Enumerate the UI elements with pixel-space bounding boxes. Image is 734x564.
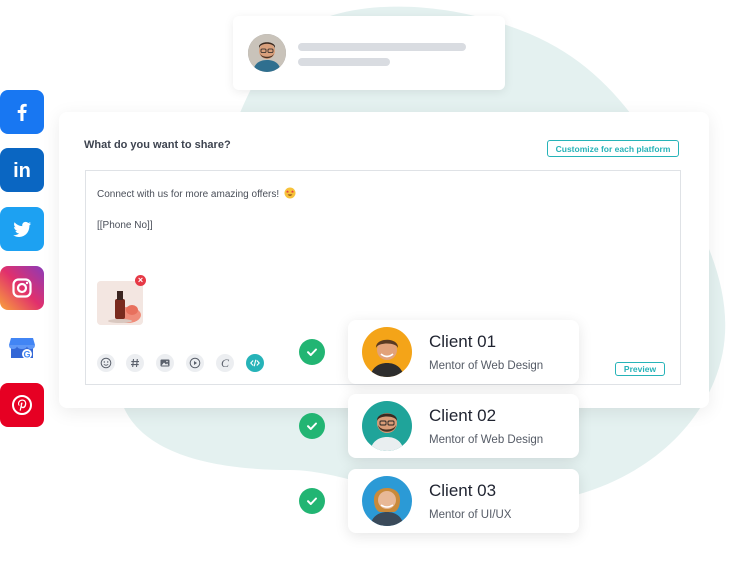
svg-text:G: G bbox=[23, 350, 30, 360]
pinterest-icon[interactable] bbox=[0, 383, 44, 427]
twitter-icon[interactable] bbox=[0, 207, 44, 251]
customize-platform-button[interactable]: Customize for each platform bbox=[547, 140, 679, 157]
client-role: Mentor of Web Design bbox=[429, 434, 544, 446]
message-text: Connect with us for more amazing offers! bbox=[97, 189, 280, 200]
video-icon[interactable] bbox=[186, 354, 204, 372]
client-avatar bbox=[362, 327, 412, 377]
image-icon[interactable] bbox=[156, 354, 174, 372]
client-avatar bbox=[362, 401, 412, 451]
svg-text:in: in bbox=[13, 160, 31, 182]
message-placeholder-tag: [[Phone No]] bbox=[97, 220, 153, 231]
instagram-icon[interactable] bbox=[0, 266, 44, 310]
placeholder-line bbox=[298, 58, 390, 66]
google-business-icon[interactable]: G bbox=[0, 325, 44, 369]
client-avatar bbox=[362, 476, 412, 526]
hashtag-icon[interactable] bbox=[126, 354, 144, 372]
client-name: Client 01 bbox=[429, 332, 497, 351]
client-name: Client 03 bbox=[429, 481, 497, 500]
profile-avatar bbox=[248, 34, 286, 72]
check-icon bbox=[299, 488, 325, 514]
emoji-icon[interactable] bbox=[97, 354, 115, 372]
client-card[interactable]: Client 03 Mentor of UI/UX bbox=[348, 469, 579, 533]
check-icon bbox=[299, 339, 325, 365]
profile-card bbox=[233, 16, 505, 90]
message-line: Connect with us for more amazing offers! bbox=[97, 187, 296, 202]
client-card[interactable]: Client 02 Mentor of Web Design bbox=[348, 394, 579, 458]
client-card[interactable]: Client 01 Mentor of Web Design bbox=[348, 320, 579, 384]
client-role: Mentor of UI/UX bbox=[429, 509, 512, 521]
client-role: Mentor of Web Design bbox=[429, 360, 544, 372]
canva-icon[interactable]: C bbox=[216, 354, 234, 372]
star-eyes-emoji-icon bbox=[284, 187, 296, 202]
remove-image-icon[interactable]: × bbox=[135, 275, 146, 286]
placeholder-line bbox=[298, 43, 466, 51]
preview-button[interactable]: Preview bbox=[615, 362, 665, 376]
composer-title: What do you want to share? bbox=[84, 139, 231, 151]
attached-image-thumbnail[interactable] bbox=[97, 281, 143, 325]
facebook-icon[interactable] bbox=[0, 90, 44, 134]
linkedin-icon[interactable]: in bbox=[0, 148, 44, 192]
code-icon[interactable] bbox=[246, 354, 264, 372]
client-name: Client 02 bbox=[429, 406, 497, 425]
check-icon bbox=[299, 413, 325, 439]
